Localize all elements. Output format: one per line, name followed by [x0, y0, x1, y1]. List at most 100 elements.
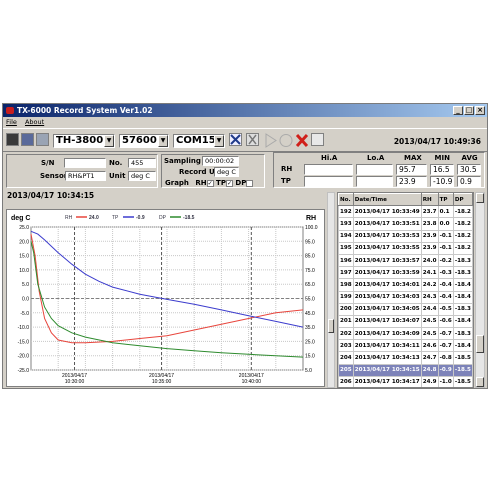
- table-cell: -18.5: [452, 375, 473, 387]
- maximize-button[interactable]: □: [464, 106, 474, 115]
- chevron-down-icon[interactable]: ▼: [214, 135, 224, 147]
- table-row[interactable]: 198 2013/04/17 10:34:01 24.2 -0.4 -18.4: [338, 278, 473, 292]
- right-axis-title: RH: [306, 215, 316, 222]
- delete-icon[interactable]: [295, 133, 309, 148]
- stat-value: [304, 164, 353, 175]
- table-cell: 202: [338, 327, 354, 341]
- table-cell: 2013/04/17 10:33:49: [352, 205, 422, 219]
- column-header[interactable]: Date/Time: [352, 193, 422, 207]
- table-row[interactable]: 206 2013/04/17 10:34:17 24.9 -1.0 -18.5: [338, 375, 473, 387]
- chevron-down-icon[interactable]: ▼: [158, 135, 168, 147]
- download-icon[interactable]: [246, 133, 259, 146]
- dp-checkbox[interactable]: [246, 179, 254, 187]
- table-cell: -18.2: [452, 205, 473, 219]
- table-cell: 24.4: [420, 302, 439, 316]
- table-row[interactable]: 203 2013/04/17 10:34:11 24.6 -0.7 -18.4: [338, 339, 473, 353]
- stat-value: -10.9: [430, 176, 454, 187]
- table-row[interactable]: 192 2013/04/17 10:33:49 23.7 0.1 -18.2: [338, 205, 473, 219]
- x-tick-time: 10:30:00: [65, 379, 85, 385]
- chevron-down-icon[interactable]: ▼: [104, 135, 114, 147]
- save-icon[interactable]: [6, 133, 19, 146]
- splitter-handle[interactable]: [328, 319, 334, 333]
- scroll-up-button[interactable]: [476, 193, 484, 203]
- stat-value: 0.9: [457, 176, 481, 187]
- legend-label: TP: [112, 215, 119, 221]
- save-as-icon[interactable]: [21, 133, 34, 146]
- toolbar: TH-3800 ▼ 57600 ▼ COM15 ▼ 2013/04/17 10:49:…: [3, 128, 487, 152]
- minimize-button[interactable]: _: [453, 106, 463, 115]
- y2-tick-label: 85.0: [305, 254, 315, 260]
- column-header[interactable]: DP: [452, 193, 473, 207]
- unit-field[interactable]: deg C: [128, 171, 156, 181]
- table-cell: 2013/04/17 10:34:15: [352, 363, 422, 377]
- table-cell: -0.8: [437, 351, 454, 365]
- table-row[interactable]: 193 2013/04/17 10:33:51 23.8 0.0 -18.2: [338, 217, 473, 231]
- chart-panel: 25.0 20.0 15.0 10.0 5.0 0.0 -5.0 -10.0 -15.0 -20.…: [6, 209, 325, 387]
- tp-checkbox[interactable]: ✓: [225, 179, 233, 187]
- exit-icon[interactable]: [311, 133, 324, 146]
- scroll-thumb[interactable]: [476, 335, 484, 353]
- table-cell: 2013/04/17 10:34:07: [352, 314, 422, 329]
- baud-select[interactable]: 57600 ▼: [119, 134, 169, 148]
- no-field[interactable]: 455: [128, 158, 156, 168]
- y-tick-label: -5.0: [20, 311, 29, 317]
- rh-checkbox[interactable]: ✓: [206, 179, 214, 187]
- table-cell: -0.1: [437, 241, 454, 255]
- table-cell: 24.8: [420, 363, 439, 377]
- connect-icon[interactable]: [229, 133, 242, 146]
- sampling-field[interactable]: 00:00:02: [202, 156, 239, 166]
- table-cell: 23.7: [420, 205, 439, 219]
- y2-tick-label: 45.0: [305, 311, 315, 317]
- y2-tick-label: 65.0: [305, 282, 315, 288]
- no-label: No.: [109, 159, 123, 167]
- sn-field[interactable]: [64, 158, 106, 168]
- table-row[interactable]: 201 2013/04/17 10:34:07 24.5 -0.6 -18.4: [338, 314, 473, 329]
- close-button[interactable]: ×: [475, 106, 485, 115]
- play-icon[interactable]: [265, 133, 277, 148]
- splitter-bar[interactable]: [327, 192, 335, 388]
- table-cell: -0.3: [437, 266, 454, 280]
- table-cell: -18.3: [452, 253, 473, 268]
- sensor-field[interactable]: RH&PT1: [65, 171, 106, 181]
- column-header[interactable]: No.: [338, 193, 354, 207]
- stat-value: [356, 164, 393, 175]
- table-cell: -18.3: [452, 266, 473, 280]
- table-cell: -0.7: [437, 327, 454, 341]
- table-row[interactable]: 204 2013/04/17 10:34:13 24.7 -0.8 -18.5: [338, 351, 473, 365]
- title-bar[interactable]: TX-6000 Record System Ver1.02 _ □ ×: [3, 104, 487, 117]
- table-row[interactable]: 197 2013/04/17 10:33:59 24.1 -0.3 -18.3: [338, 266, 473, 280]
- table-row[interactable]: 194 2013/04/17 10:33:53 23.9 -0.1 -18.2: [338, 229, 473, 243]
- table-row[interactable]: 196 2013/04/17 10:33:57 24.0 -0.2 -18.3: [338, 253, 473, 268]
- table-cell: 201: [338, 314, 354, 329]
- table-cell: 2013/04/17 10:34:11: [352, 339, 422, 353]
- stat-value: 30.5: [457, 164, 481, 175]
- menu-file[interactable]: File: [6, 118, 17, 126]
- table-row[interactable]: 199 2013/04/17 10:34:03 24.3 -0.4 -18.4: [338, 290, 473, 304]
- table-cell: -0.2: [437, 253, 454, 268]
- menu-about[interactable]: About: [25, 118, 44, 126]
- chart: 25.0 20.0 15.0 10.0 5.0 0.0 -5.0 -10.0 -15.0 -20.…: [11, 215, 318, 385]
- table-row[interactable]: 195 2013/04/17 10:33:55 23.9 -0.1 -18.2: [338, 241, 473, 255]
- scroll-down-button[interactable]: [476, 377, 484, 387]
- y2-tick-label: 25.0: [305, 339, 315, 345]
- current-datetime: 2013/04/17 10:49:36: [393, 137, 481, 146]
- table-cell: 192: [338, 205, 354, 219]
- record-unit-field[interactable]: deg C: [214, 167, 239, 177]
- table-row[interactable]: 200 2013/04/17 10:34:05 24.4 -0.5 -18.3: [338, 302, 473, 316]
- legend-label: DP: [159, 215, 167, 221]
- table-cell: 2013/04/17 10:34:05: [352, 302, 422, 316]
- column-header[interactable]: RH: [420, 193, 439, 207]
- column-header[interactable]: TP: [437, 193, 454, 207]
- table-cell: 195: [338, 241, 354, 255]
- model-select[interactable]: TH-3800 ▼: [53, 134, 115, 148]
- record-icon[interactable]: [279, 133, 293, 148]
- table-cell: -0.5: [437, 302, 454, 316]
- table-cell: -0.7: [437, 339, 454, 353]
- table-scrollbar[interactable]: [475, 192, 485, 388]
- x-tick-time: 10:35:00: [152, 379, 172, 385]
- table-row[interactable]: 205 2013/04/17 10:34:15 24.8 -0.9 -18.5: [338, 363, 473, 377]
- port-select[interactable]: COM15 ▼: [173, 134, 225, 148]
- open-icon[interactable]: [36, 133, 49, 146]
- table-row[interactable]: 202 2013/04/17 10:34:09 24.5 -0.7 -18.3: [338, 327, 473, 341]
- table-cell: -18.2: [452, 217, 473, 231]
